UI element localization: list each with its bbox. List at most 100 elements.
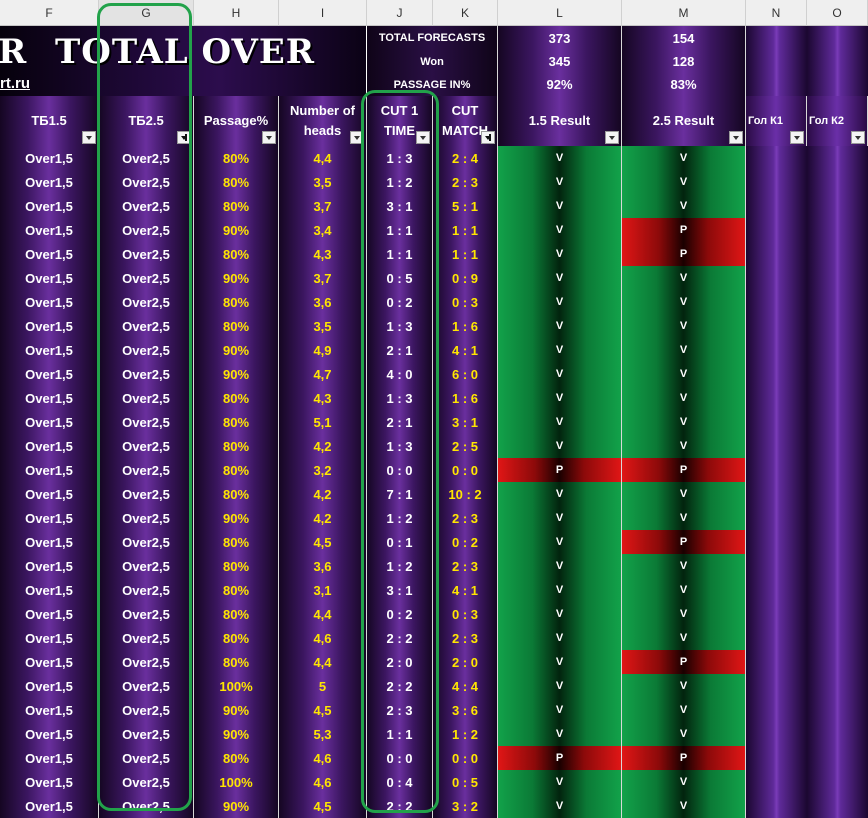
cell-result-15[interactable]: V [498, 170, 622, 194]
filter-dropdown-icon[interactable] [605, 131, 619, 144]
cell-tb25[interactable]: Over2,5 [99, 746, 194, 770]
column-letter-h[interactable]: H [194, 0, 279, 26]
cell-goal-k1[interactable] [746, 314, 807, 338]
cell-tb15[interactable]: Over1,5 [0, 290, 99, 314]
cell-tb25[interactable]: Over2,5 [99, 674, 194, 698]
cell-goal-k1[interactable] [746, 290, 807, 314]
cell-tb25[interactable]: Over2,5 [99, 794, 194, 818]
cell-tb25[interactable]: Over2,5 [99, 530, 194, 554]
cell-result-25[interactable]: P [622, 746, 746, 770]
cell-tb25[interactable]: Over2,5 [99, 194, 194, 218]
cell-passage[interactable]: 80% [194, 170, 279, 194]
cell-passage[interactable]: 80% [194, 194, 279, 218]
cell-goal-k1[interactable] [746, 530, 807, 554]
cell-goal-k2[interactable] [807, 242, 868, 266]
cell-tb25[interactable]: Over2,5 [99, 290, 194, 314]
cell-cut-time[interactable]: 1 : 1 [367, 722, 433, 746]
cell-cut-match[interactable]: 2 : 3 [433, 506, 498, 530]
cell-tb15[interactable]: Over1,5 [0, 146, 99, 170]
cell-result-15[interactable]: V [498, 554, 622, 578]
cell-tb15[interactable]: Over1,5 [0, 170, 99, 194]
cell-cut-time[interactable]: 0 : 5 [367, 266, 433, 290]
cell-heads[interactable]: 4,5 [279, 794, 367, 818]
cell-cut-match[interactable]: 1 : 1 [433, 218, 498, 242]
cell-goal-k1[interactable] [746, 218, 807, 242]
cell-tb25[interactable]: Over2,5 [99, 554, 194, 578]
cell-heads[interactable]: 4,9 [279, 338, 367, 362]
cell-passage[interactable]: 80% [194, 434, 279, 458]
cell-cut-time[interactable]: 2 : 2 [367, 626, 433, 650]
cell-tb25[interactable]: Over2,5 [99, 218, 194, 242]
cell-cut-time[interactable]: 1 : 1 [367, 218, 433, 242]
cell-result-25[interactable]: V [622, 290, 746, 314]
cell-cut-match[interactable]: 4 : 4 [433, 674, 498, 698]
cell-cut-time[interactable]: 4 : 0 [367, 362, 433, 386]
cell-cut-match[interactable]: 2 : 5 [433, 434, 498, 458]
cell-passage[interactable]: 80% [194, 290, 279, 314]
cell-goal-k2[interactable] [807, 170, 868, 194]
cell-goal-k2[interactable] [807, 578, 868, 602]
cell-tb15[interactable]: Over1,5 [0, 626, 99, 650]
cell-passage[interactable]: 80% [194, 146, 279, 170]
cell-cut-match[interactable]: 6 : 0 [433, 362, 498, 386]
cell-tb25[interactable]: Over2,5 [99, 458, 194, 482]
cell-cut-match[interactable]: 0 : 2 [433, 530, 498, 554]
cell-goal-k2[interactable] [807, 698, 868, 722]
cell-result-25[interactable]: V [622, 698, 746, 722]
cell-passage[interactable]: 80% [194, 626, 279, 650]
cell-goal-k2[interactable] [807, 362, 868, 386]
cell-cut-time[interactable]: 3 : 1 [367, 194, 433, 218]
cell-cut-time[interactable]: 2 : 1 [367, 338, 433, 362]
cell-cut-match[interactable]: 0 : 3 [433, 290, 498, 314]
cell-heads[interactable]: 5,1 [279, 410, 367, 434]
cell-heads[interactable]: 4,2 [279, 434, 367, 458]
cell-goal-k2[interactable] [807, 146, 868, 170]
filter-dropdown-icon[interactable] [481, 131, 495, 144]
cell-heads[interactable]: 3,6 [279, 554, 367, 578]
cell-passage[interactable]: 90% [194, 338, 279, 362]
column-letter-g[interactable]: G [99, 0, 194, 26]
cell-tb15[interactable]: Over1,5 [0, 482, 99, 506]
cell-result-15[interactable]: V [498, 506, 622, 530]
cell-cut-match[interactable]: 2 : 0 [433, 650, 498, 674]
cell-result-25[interactable]: V [622, 146, 746, 170]
cell-cut-time[interactable]: 0 : 2 [367, 290, 433, 314]
cell-result-15[interactable]: V [498, 314, 622, 338]
cell-passage[interactable]: 80% [194, 242, 279, 266]
cell-passage[interactable]: 80% [194, 578, 279, 602]
cell-goal-k2[interactable] [807, 746, 868, 770]
cell-tb25[interactable]: Over2,5 [99, 434, 194, 458]
cell-result-15[interactable]: V [498, 770, 622, 794]
cell-result-25[interactable]: V [622, 362, 746, 386]
cell-result-25[interactable]: V [622, 338, 746, 362]
cell-cut-match[interactable]: 0 : 0 [433, 458, 498, 482]
cell-tb15[interactable]: Over1,5 [0, 578, 99, 602]
cell-goal-k1[interactable] [746, 794, 807, 818]
cell-tb15[interactable]: Over1,5 [0, 794, 99, 818]
cell-cut-match[interactable]: 2 : 3 [433, 170, 498, 194]
cell-heads[interactable]: 4,4 [279, 650, 367, 674]
filter-dropdown-icon[interactable] [350, 131, 364, 144]
cell-tb25[interactable]: Over2,5 [99, 170, 194, 194]
cell-cut-time[interactable]: 1 : 2 [367, 554, 433, 578]
cell-goal-k1[interactable] [746, 434, 807, 458]
cell-tb15[interactable]: Over1,5 [0, 410, 99, 434]
cell-cut-match[interactable]: 3 : 1 [433, 410, 498, 434]
cell-goal-k2[interactable] [807, 530, 868, 554]
column-letter-o[interactable]: O [807, 0, 868, 26]
cell-cut-time[interactable]: 1 : 1 [367, 242, 433, 266]
cell-result-25[interactable]: V [622, 722, 746, 746]
cell-cut-time[interactable]: 2 : 1 [367, 410, 433, 434]
cell-goal-k1[interactable] [746, 458, 807, 482]
cell-goal-k1[interactable] [746, 746, 807, 770]
cell-heads[interactable]: 4,6 [279, 746, 367, 770]
cell-tb25[interactable]: Over2,5 [99, 386, 194, 410]
cell-result-15[interactable]: V [498, 242, 622, 266]
cell-goal-k1[interactable] [746, 410, 807, 434]
cell-tb15[interactable]: Over1,5 [0, 434, 99, 458]
cell-heads[interactable]: 4,2 [279, 506, 367, 530]
cell-result-25[interactable]: V [622, 194, 746, 218]
cell-result-15[interactable]: V [498, 578, 622, 602]
cell-heads[interactable]: 4,4 [279, 146, 367, 170]
cell-result-25[interactable]: P [622, 218, 746, 242]
